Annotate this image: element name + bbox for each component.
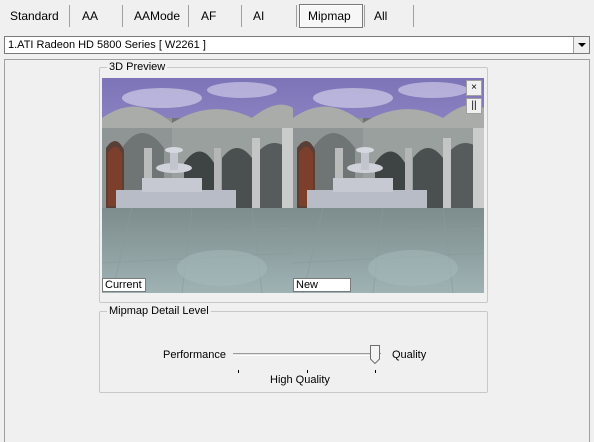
close-icon[interactable]: × — [466, 80, 482, 96]
new-label: New — [293, 278, 351, 292]
tab-divider — [413, 5, 414, 27]
tab-aamode[interactable]: AAMode — [126, 4, 186, 28]
device-select[interactable]: 1.ATI Radeon HD 5800 Series [ W2261 ] — [4, 36, 590, 54]
tab-divider — [188, 5, 189, 27]
preview-group-title: 3D Preview — [107, 61, 168, 73]
slider-tick — [238, 370, 239, 373]
tab-aa[interactable]: AA — [74, 4, 120, 28]
slider-tick — [306, 370, 308, 373]
tab-divider — [296, 5, 297, 27]
tab-bar: Standard AA AAMode AF AI Mipmap All — [0, 0, 594, 33]
courtyard-scene-current — [102, 78, 293, 293]
mipmap-slider-thumb[interactable] — [370, 345, 380, 364]
courtyard-scene-new — [293, 78, 484, 293]
tab-standard[interactable]: Standard — [2, 4, 68, 28]
tab-divider — [241, 5, 242, 27]
chevron-down-icon[interactable] — [573, 37, 589, 53]
device-select-value: 1.ATI Radeon HD 5800 Series [ W2261 ] — [8, 39, 206, 51]
preview-current: Current — [102, 78, 293, 293]
preview-new: New — [293, 78, 484, 293]
slider-tick — [375, 370, 376, 373]
slider-min-label: Performance — [163, 349, 226, 361]
tab-divider — [364, 5, 365, 27]
slider-max-label: Quality — [392, 349, 427, 361]
preview-area: Current New — [102, 78, 484, 293]
slider-value-label: High Quality — [270, 374, 330, 386]
current-label: Current — [102, 278, 146, 292]
tab-ai[interactable]: AI — [245, 4, 293, 28]
tab-divider — [122, 5, 123, 27]
mipmap-group-title: Mipmap Detail Level — [107, 305, 211, 317]
tab-all[interactable]: All — [366, 4, 412, 28]
mipmap-slider-track[interactable] — [233, 353, 381, 356]
tab-af[interactable]: AF — [193, 4, 239, 28]
tab-divider — [69, 5, 70, 27]
tab-mipmap[interactable]: Mipmap — [299, 4, 363, 28]
pause-icon[interactable]: || — [466, 98, 482, 114]
